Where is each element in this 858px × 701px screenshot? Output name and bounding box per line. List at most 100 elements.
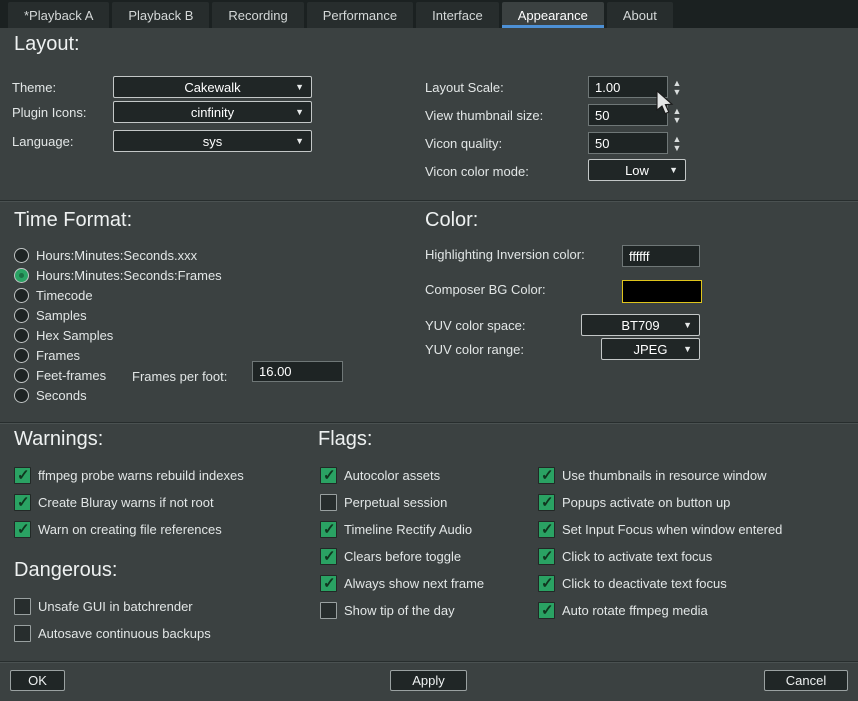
vicon-quality-label: Vicon quality:	[425, 136, 502, 151]
radio-label: Timecode	[36, 288, 93, 303]
view-thumbnail-size-value: 50	[595, 108, 609, 123]
radio-label: Hex Samples	[36, 328, 113, 343]
checkbox[interactable]	[320, 575, 337, 592]
checkbox[interactable]	[538, 521, 555, 538]
tab-playback-b[interactable]: Playback B	[112, 2, 209, 28]
spin-up-icon[interactable]: ▲	[673, 79, 682, 87]
theme-dropdown[interactable]: Cakewalk ▼	[113, 76, 312, 98]
checkbox[interactable]	[538, 494, 555, 511]
checkbox-row-timeline-rectify: Timeline Rectify Audio	[320, 519, 472, 539]
layout-scale-spinner[interactable]: ▲ ▼	[669, 76, 685, 98]
spin-up-icon[interactable]: ▲	[673, 135, 682, 143]
radio-label: Hours:Minutes:Seconds:Frames	[36, 268, 222, 283]
vicon-quality-input[interactable]: 50	[588, 132, 668, 154]
checkbox[interactable]	[538, 575, 555, 592]
checkbox-row-show-tip: Show tip of the day	[320, 600, 455, 620]
radio-button[interactable]	[14, 348, 29, 363]
checkbox-label: Perpetual session	[344, 495, 447, 510]
view-thumbnail-size-input[interactable]: 50	[588, 104, 668, 126]
view-thumbnail-size-spinner[interactable]: ▲ ▼	[669, 104, 685, 126]
checkbox[interactable]	[320, 467, 337, 484]
radio-option-hms-xxx: Hours:Minutes:Seconds.xxx	[14, 245, 197, 265]
radio-button[interactable]	[14, 248, 29, 263]
radio-button[interactable]	[14, 388, 29, 403]
yuv-color-range-dropdown[interactable]: JPEG ▼	[601, 338, 700, 360]
checkbox[interactable]	[320, 602, 337, 619]
vicon-color-mode-dropdown[interactable]: Low ▼	[588, 159, 686, 181]
checkbox[interactable]	[14, 625, 31, 642]
tab-recording[interactable]: Recording	[212, 2, 303, 28]
theme-label: Theme:	[12, 80, 56, 95]
checkbox[interactable]	[538, 467, 555, 484]
checkbox-row-ffmpeg-probe: ffmpeg probe warns rebuild indexes	[14, 465, 244, 485]
spin-down-icon[interactable]: ▼	[673, 88, 682, 96]
yuv-color-space-value: BT709	[621, 318, 659, 333]
checkbox-row-click-activate-focus: Click to activate text focus	[538, 546, 712, 566]
language-dropdown[interactable]: sys ▼	[113, 130, 312, 152]
radio-button[interactable]	[14, 268, 29, 283]
frames-per-foot-input[interactable]: 16.00	[252, 361, 343, 382]
radio-option-feet-frames: Feet-frames	[14, 365, 106, 385]
radio-button[interactable]	[14, 308, 29, 323]
checkbox[interactable]	[14, 494, 31, 511]
spin-down-icon[interactable]: ▼	[673, 144, 682, 152]
tab-interface[interactable]: Interface	[416, 2, 499, 28]
checkbox[interactable]	[14, 598, 31, 615]
checkbox-label: Timeline Rectify Audio	[344, 522, 472, 537]
chevron-down-icon: ▼	[295, 107, 304, 117]
spin-up-icon[interactable]: ▲	[673, 107, 682, 115]
frames-per-foot-label: Frames per foot:	[132, 369, 227, 384]
radio-label: Feet-frames	[36, 368, 106, 383]
checkbox-label: Clears before toggle	[344, 549, 461, 564]
checkbox-label: Click to deactivate text focus	[562, 576, 727, 591]
radio-option-hms-frames: Hours:Minutes:Seconds:Frames	[14, 265, 222, 285]
tab-about[interactable]: About	[607, 2, 673, 28]
checkbox-row-clears-before-toggle: Clears before toggle	[320, 546, 461, 566]
highlighting-inversion-color-value: ffffff	[629, 249, 650, 264]
spin-down-icon[interactable]: ▼	[673, 116, 682, 124]
ok-button[interactable]: OK	[10, 670, 65, 691]
composer-bg-color-swatch[interactable]	[622, 280, 702, 303]
checkbox[interactable]	[320, 521, 337, 538]
radio-option-seconds: Seconds	[14, 385, 87, 405]
checkbox[interactable]	[14, 467, 31, 484]
radio-button[interactable]	[14, 328, 29, 343]
chevron-down-icon: ▼	[295, 136, 304, 146]
highlighting-inversion-color-input[interactable]: ffffff	[622, 245, 700, 267]
checkbox-row-use-thumbnails: Use thumbnails in resource window	[538, 465, 766, 485]
checkbox-label: Auto rotate ffmpeg media	[562, 603, 708, 618]
radio-button[interactable]	[14, 288, 29, 303]
tab-appearance[interactable]: Appearance	[502, 2, 604, 28]
highlighting-inversion-color-label: Highlighting Inversion color:	[425, 247, 585, 262]
yuv-color-space-dropdown[interactable]: BT709 ▼	[581, 314, 700, 336]
layout-scale-value: 1.00	[595, 80, 620, 95]
section-divider	[0, 200, 858, 202]
vicon-color-mode-label: Vicon color mode:	[425, 164, 529, 179]
checkbox-row-bluray-warns: Create Bluray warns if not root	[14, 492, 214, 512]
vicon-quality-spinner[interactable]: ▲ ▼	[669, 132, 685, 154]
vicon-color-mode-value: Low	[625, 163, 649, 178]
checkbox-row-popups-activate: Popups activate on button up	[538, 492, 730, 512]
apply-button[interactable]: Apply	[390, 670, 467, 691]
yuv-color-range-label: YUV color range:	[425, 342, 524, 357]
checkbox[interactable]	[538, 602, 555, 619]
radio-option-samples: Samples	[14, 305, 87, 325]
checkbox-row-auto-rotate: Auto rotate ffmpeg media	[538, 600, 708, 620]
checkbox-row-unsafe-gui: Unsafe GUI in batchrender	[14, 596, 193, 616]
tab-playback-a[interactable]: *Playback A	[8, 2, 109, 28]
cancel-button[interactable]: Cancel	[764, 670, 848, 691]
checkbox[interactable]	[320, 494, 337, 511]
composer-bg-color-label: Composer BG Color:	[425, 282, 546, 297]
checkbox[interactable]	[538, 548, 555, 565]
checkbox-row-click-deactivate-focus: Click to deactivate text focus	[538, 573, 727, 593]
tab-performance[interactable]: Performance	[307, 2, 413, 28]
plugin-icons-label: Plugin Icons:	[12, 105, 86, 120]
checkbox[interactable]	[14, 521, 31, 538]
checkbox[interactable]	[320, 548, 337, 565]
yuv-color-space-label: YUV color space:	[425, 318, 525, 333]
color-section-title: Color:	[425, 209, 478, 232]
plugin-icons-dropdown[interactable]: cinfinity ▼	[113, 101, 312, 123]
radio-button[interactable]	[14, 368, 29, 383]
layout-scale-input[interactable]: 1.00	[588, 76, 668, 98]
radio-option-hex-samples: Hex Samples	[14, 325, 113, 345]
